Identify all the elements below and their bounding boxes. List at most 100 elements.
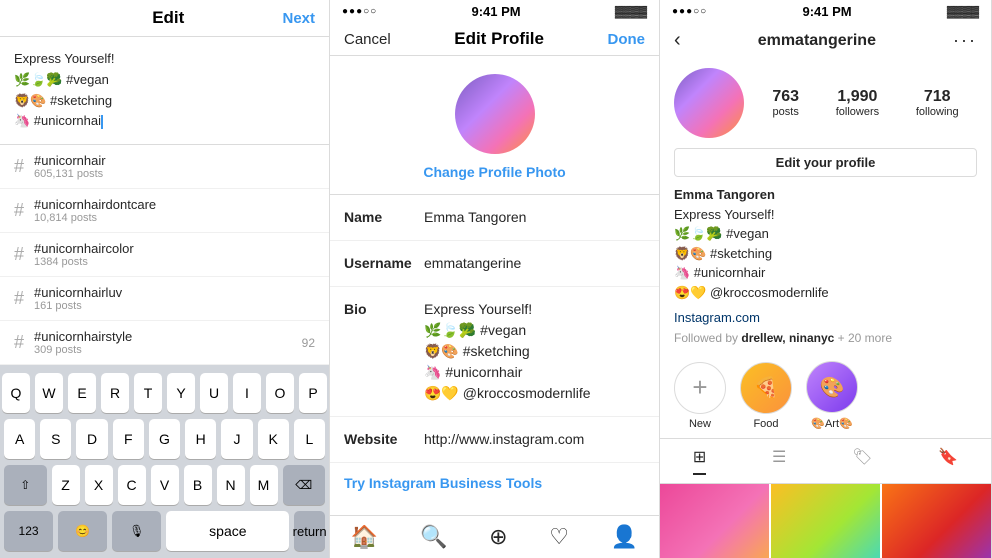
followers-count[interactable]: 1,990 followers — [836, 88, 879, 118]
key-backspace[interactable]: ⌫ — [283, 465, 326, 505]
key-m[interactable]: M — [250, 465, 278, 505]
website-field[interactable]: Website http://www.instagram.com — [330, 417, 659, 463]
key-space[interactable]: space — [166, 511, 289, 551]
suggestion-item[interactable]: # #unicornhairluv161 posts — [0, 277, 329, 321]
avatar — [674, 68, 744, 138]
edit-profile-title: Edit Profile — [454, 29, 544, 49]
follower-names: drellew, ninanyc — [741, 331, 834, 345]
photo-2[interactable] — [771, 484, 880, 558]
panel-edit-profile: ●●●○○ 9:41 PM ▓▓▓▓ Cancel Edit Profile D… — [330, 0, 660, 558]
key-d[interactable]: D — [76, 419, 107, 459]
key-g[interactable]: G — [149, 419, 180, 459]
bio-input[interactable]: Express Yourself! 🌿🍃🥦 #vegan 🦁🎨 #sketchi… — [0, 37, 329, 145]
key-k[interactable]: K — [258, 419, 289, 459]
nav-profile-icon[interactable]: 👤 — [611, 524, 638, 550]
cancel-button[interactable]: Cancel — [344, 31, 391, 48]
key-i[interactable]: I — [233, 373, 261, 413]
status-bar: ●●●○○ 9:41 PM ▓▓▓▓ — [330, 0, 659, 23]
photo-3[interactable] — [882, 484, 991, 558]
suggestion-item[interactable]: # #unicornhaircolor1384 posts — [0, 233, 329, 277]
change-photo-button[interactable]: Change Profile Photo — [423, 164, 565, 180]
keyboard-row-2: A S D F G H J K L — [4, 419, 325, 459]
key-v[interactable]: V — [151, 465, 179, 505]
business-tools-link[interactable]: Try Instagram Business Tools — [330, 463, 659, 503]
key-a[interactable]: A — [4, 419, 35, 459]
name-value: Emma Tangoren — [424, 207, 526, 228]
nav-heart-icon[interactable]: ♡ — [549, 524, 569, 550]
highlight-food[interactable]: 🍕 Food — [740, 362, 792, 430]
suggestion-tag: #unicornhairstyle — [34, 329, 132, 344]
photo-1[interactable] — [660, 484, 769, 558]
key-t[interactable]: T — [134, 373, 162, 413]
done-button[interactable]: Done — [608, 31, 646, 48]
edit-profile-button[interactable]: Edit your profile — [674, 148, 977, 177]
bio-line-4: 🦄 #unicornhai — [14, 111, 315, 132]
next-button[interactable]: Next — [282, 10, 315, 27]
key-f[interactable]: F — [113, 419, 144, 459]
key-emoji[interactable]: 😊 — [58, 511, 107, 551]
hash-icon: # — [14, 156, 24, 177]
suggestion-count: 1384 posts — [34, 256, 134, 268]
key-shift[interactable]: ⇧ — [4, 465, 47, 505]
key-y[interactable]: Y — [167, 373, 195, 413]
key-j[interactable]: J — [221, 419, 252, 459]
new-highlight-circle: + — [674, 362, 726, 414]
more-options-icon[interactable]: ··· — [953, 30, 977, 51]
bio-line-1: Express Yourself! — [14, 49, 315, 70]
tab-list[interactable]: ☰ — [772, 447, 786, 475]
suggestion-item[interactable]: # #unicornhair605,131 posts — [0, 145, 329, 189]
posts-number: 763 — [772, 88, 799, 106]
content-tabs: ⊞ ☰ 🏷 🔖 — [660, 439, 991, 484]
key-s[interactable]: S — [40, 419, 71, 459]
key-e[interactable]: E — [68, 373, 96, 413]
key-u[interactable]: U — [200, 373, 228, 413]
art-highlight-circle: 🎨 — [806, 361, 858, 413]
key-n[interactable]: N — [217, 465, 245, 505]
tab-grid[interactable]: ⊞ — [693, 447, 706, 475]
tab-tagged[interactable]: 🏷 — [852, 447, 872, 475]
key-r[interactable]: R — [101, 373, 129, 413]
key-123[interactable]: 123 — [4, 511, 53, 551]
key-z[interactable]: Z — [52, 465, 80, 505]
followers-label: followers — [836, 106, 879, 118]
key-b[interactable]: B — [184, 465, 212, 505]
signal-icon: ●●●○○ — [342, 6, 377, 17]
suggestion-tag: #unicornhair — [34, 153, 106, 168]
key-mic[interactable]: 🎙 — [112, 511, 161, 551]
nav-search-icon[interactable]: 🔍 — [420, 524, 447, 550]
nav-home-icon[interactable]: 🏠 — [351, 524, 378, 550]
suggestion-tag: #unicornhairluv — [34, 285, 122, 300]
key-x[interactable]: X — [85, 465, 113, 505]
suggestion-tag: #unicornhaircolor — [34, 241, 134, 256]
username-field[interactable]: Username emmatangerine — [330, 241, 659, 287]
hash-icon: # — [14, 200, 24, 221]
profile-bio: Emma Tangoren Express Yourself!🌿🍃🥦 #vega… — [660, 185, 991, 310]
suggestion-item[interactable]: # #unicornhairdontcare10,814 posts — [0, 189, 329, 233]
username-value: emmatangerine — [424, 253, 521, 274]
key-h[interactable]: H — [185, 419, 216, 459]
highlight-art[interactable]: 🎨 🎨Art🎨 — [806, 361, 858, 430]
nav-add-icon[interactable]: ⊕ — [489, 524, 507, 550]
avatar-image — [455, 74, 535, 154]
key-c[interactable]: C — [118, 465, 146, 505]
keyboard-row-4: 123 😊 🎙 space return — [4, 511, 325, 551]
back-button[interactable]: ‹ — [674, 29, 681, 52]
key-p[interactable]: P — [299, 373, 327, 413]
private-info-heading: Private Information — [330, 503, 659, 515]
bio-field[interactable]: Bio Express Yourself!🌿🍃🥦 #vegan🦁🎨 #sketc… — [330, 287, 659, 417]
panel-profile-view: ●●●○○ 9:41 PM ▓▓▓▓ ‹ emmatangerine ··· 7… — [660, 0, 992, 558]
bio-value: Express Yourself!🌿🍃🥦 #vegan🦁🎨 #sketching… — [424, 299, 591, 404]
tab-saved[interactable]: 🔖 — [938, 447, 958, 475]
key-return[interactable]: return — [294, 511, 325, 551]
suggestion-count: 309 posts — [34, 344, 132, 356]
key-l[interactable]: L — [294, 419, 325, 459]
avatar[interactable] — [455, 74, 535, 154]
name-field[interactable]: Name Emma Tangoren — [330, 195, 659, 241]
key-w[interactable]: W — [35, 373, 63, 413]
key-q[interactable]: Q — [2, 373, 30, 413]
key-o[interactable]: O — [266, 373, 294, 413]
highlight-new[interactable]: + New — [674, 362, 726, 430]
following-count[interactable]: 718 following — [916, 88, 959, 118]
website-link[interactable]: Instagram.com — [660, 310, 991, 331]
suggestion-item[interactable]: # #unicornhairstyle309 posts 92 — [0, 321, 329, 365]
